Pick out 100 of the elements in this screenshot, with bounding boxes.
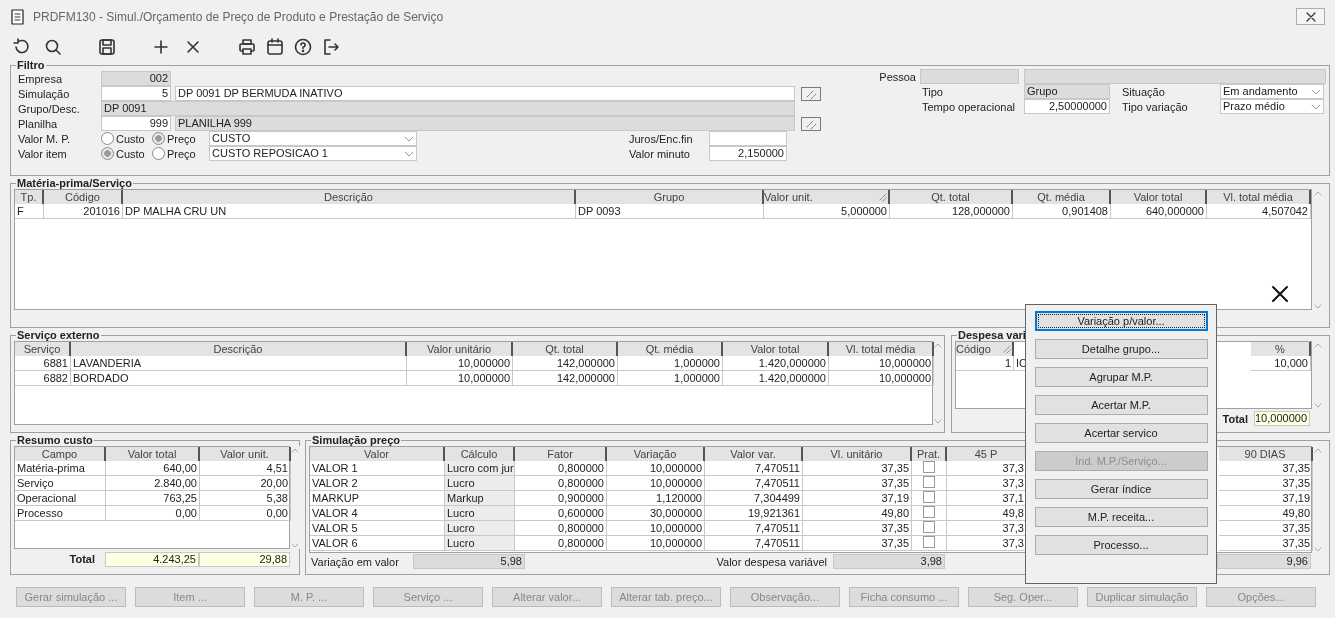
dropdown[interactable]: CUSTO REPOSICAO 1 — [209, 146, 417, 161]
menu-button[interactable]: Detalhe grupo... — [1034, 339, 1208, 359]
input-field[interactable] — [920, 69, 1019, 84]
column-header[interactable]: Campo — [15, 447, 106, 461]
column-header[interactable]: Grupo — [576, 190, 764, 204]
column-header[interactable]: Valor total — [106, 447, 200, 461]
table-cell: Operacional — [15, 491, 106, 506]
input-field[interactable]: DP 0091 DP BERMUDA INATIVO — [175, 86, 795, 101]
input-field[interactable] — [709, 131, 787, 146]
column-header[interactable]: Prat. — [912, 447, 947, 461]
table-cell: 1,120000 — [607, 491, 705, 506]
dropdown[interactable]: Em andamento — [1220, 84, 1324, 99]
column-header[interactable]: Variação — [607, 447, 705, 461]
field-label: Simulação — [18, 86, 71, 101]
column-header[interactable]: 45 P — [947, 447, 1027, 461]
section-title: Matéria-prima/Serviço — [16, 178, 133, 189]
column-header[interactable]: Código — [956, 342, 1014, 356]
field-label: Variação em valor — [310, 554, 400, 569]
column-header[interactable]: Qt. total — [513, 342, 618, 356]
column-header[interactable]: Valor — [310, 447, 445, 461]
radio-button[interactable] — [152, 147, 165, 160]
column-header[interactable]: Vl. unitário — [803, 447, 912, 461]
undo-icon[interactable] — [12, 37, 30, 56]
column-header[interactable]: Código — [44, 190, 123, 204]
calendar-icon[interactable] — [266, 37, 284, 56]
column-header[interactable]: Tp. — [15, 190, 44, 204]
sort-icon[interactable] — [1002, 344, 1012, 354]
column-header[interactable]: Valor unit. — [764, 190, 890, 204]
radio-button[interactable] — [152, 132, 165, 145]
plus-icon[interactable] — [152, 37, 170, 56]
column-header[interactable]: Descrição — [123, 190, 576, 204]
scroll-down-icon[interactable] — [290, 541, 300, 549]
input-field[interactable]: 999 — [101, 116, 171, 131]
help-icon[interactable] — [294, 37, 312, 56]
close-icon[interactable] — [1271, 285, 1289, 303]
table-cell: 10,000000 — [607, 536, 705, 551]
input-field[interactable]: DP 0091 — [101, 101, 795, 116]
table-cell: 1.420,000000 — [723, 371, 829, 386]
column-header[interactable]: Fator — [515, 447, 607, 461]
column-header[interactable]: Valor total — [723, 342, 829, 356]
checkbox[interactable] — [923, 476, 935, 488]
input-field[interactable]: 2,50000000 — [1024, 99, 1110, 114]
table-cell: 0,600000 — [515, 506, 607, 521]
column-header[interactable]: Cálculo — [445, 447, 515, 461]
table-cell: 37,35 — [803, 476, 912, 491]
lookup-button[interactable] — [801, 86, 821, 101]
column-header[interactable]: Qt. média — [618, 342, 723, 356]
radio-button[interactable] — [101, 147, 114, 160]
input-field[interactable]: PLANILHA 999 — [175, 116, 795, 131]
table-cell: 7,470511 — [705, 476, 803, 491]
checkbox[interactable] — [923, 506, 935, 518]
column-header[interactable]: % — [1251, 342, 1311, 356]
menu-button[interactable]: Acertar M.P. — [1034, 395, 1208, 415]
checkbox[interactable] — [923, 521, 935, 533]
column-header[interactable]: Qt. total — [890, 190, 1013, 204]
checkbox[interactable] — [923, 461, 935, 473]
exit-icon[interactable] — [322, 37, 340, 56]
column-header[interactable]: Vl. total média — [1207, 190, 1311, 204]
checkbox[interactable] — [923, 536, 935, 548]
menu-button[interactable]: Acertar servico — [1034, 423, 1208, 443]
checkbox[interactable] — [923, 491, 935, 503]
column-header[interactable]: Valor unitário — [407, 342, 513, 356]
input-field[interactable]: 002 — [101, 71, 171, 86]
scroll-down-icon[interactable] — [933, 417, 943, 425]
lookup-button[interactable] — [801, 116, 821, 131]
scroll-down-icon[interactable] — [1313, 302, 1323, 310]
print-icon[interactable] — [238, 37, 256, 56]
table-cell: 763,25 — [106, 491, 200, 506]
dropdown-value: Prazo médio — [1223, 100, 1285, 113]
table-cell: 640,000000 — [1111, 204, 1207, 219]
column-header[interactable]: Valor unit. — [200, 447, 291, 461]
column-header[interactable]: 90 DIAS — [1219, 447, 1313, 461]
column-header[interactable]: Qt. média — [1013, 190, 1111, 204]
scroll-up-icon[interactable] — [290, 446, 300, 454]
field-label: Planilha — [18, 116, 59, 131]
input-field[interactable]: 2,150000 — [709, 146, 787, 161]
dropdown[interactable]: CUSTO — [209, 131, 417, 146]
radio-button[interactable] — [101, 132, 114, 145]
column-header[interactable]: Valor var. — [705, 447, 803, 461]
dropdown[interactable]: Prazo médio — [1220, 99, 1324, 114]
menu-button[interactable]: Agrupar M.P. — [1034, 367, 1208, 387]
sort-icon[interactable] — [878, 192, 888, 202]
column-header[interactable]: Valor total — [1111, 190, 1207, 204]
column-header[interactable]: Descrição — [71, 342, 407, 356]
save-icon[interactable] — [98, 37, 116, 56]
column-header[interactable]: Vl. total média — [829, 342, 934, 356]
scroll-down-icon[interactable] — [1313, 401, 1323, 409]
table-cell: 0,901408 — [1013, 204, 1111, 219]
column-header[interactable]: Serviço — [15, 342, 71, 356]
input-field[interactable]: 5 — [101, 86, 171, 101]
menu-button[interactable]: M.P. receita... — [1034, 507, 1208, 527]
scroll-down-icon[interactable] — [1313, 545, 1323, 553]
menu-button[interactable]: Variação p/valor... — [1034, 311, 1208, 331]
menu-button[interactable]: Gerar índice — [1034, 479, 1208, 499]
menu-button[interactable]: Processo... — [1034, 535, 1208, 555]
input-field[interactable]: Grupo — [1024, 84, 1110, 99]
scroll-up-icon[interactable] — [933, 341, 943, 349]
input-field[interactable] — [1024, 69, 1326, 84]
search-icon[interactable] — [44, 37, 62, 56]
close-button[interactable] — [1296, 8, 1325, 25]
